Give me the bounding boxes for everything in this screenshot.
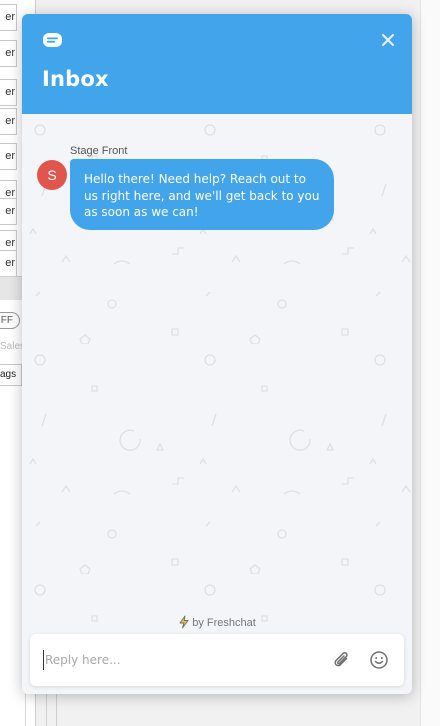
divider bbox=[46, 690, 47, 726]
background-row: er bbox=[0, 40, 17, 67]
paperclip-icon[interactable] bbox=[330, 649, 352, 671]
freshchat-logo-icon bbox=[42, 32, 64, 48]
avatar: S bbox=[37, 160, 67, 190]
background-row: er bbox=[0, 108, 17, 135]
background-row: er bbox=[0, 250, 17, 277]
lightning-bolt-icon bbox=[178, 615, 190, 629]
sender-name: Stage Front bbox=[70, 145, 128, 157]
reply-composer bbox=[30, 634, 404, 686]
divider bbox=[56, 690, 57, 726]
smiley-icon[interactable] bbox=[369, 650, 389, 670]
powered-by-label: by Freshchat bbox=[192, 617, 256, 629]
powered-by-freshchat[interactable]: by Freshchat bbox=[22, 615, 412, 629]
background-row: er bbox=[0, 198, 17, 225]
chat-widget: Inbox Stage Front S Hello there! Need he… bbox=[22, 14, 412, 694]
background-row: er bbox=[0, 79, 17, 106]
page-scrollbar[interactable] bbox=[420, 0, 440, 726]
close-icon bbox=[382, 29, 394, 51]
page-title: Inbox bbox=[42, 67, 109, 91]
background-row: er bbox=[0, 4, 17, 31]
background-tags-label: ags bbox=[0, 364, 22, 386]
close-button[interactable] bbox=[378, 30, 398, 50]
message-bubble: Hello there! Need help? Reach out to us … bbox=[70, 159, 334, 230]
background-toggle[interactable]: FF bbox=[0, 312, 20, 329]
reply-input[interactable] bbox=[43, 650, 313, 670]
message-list: Stage Front S Hello there! Need help? Re… bbox=[22, 114, 412, 634]
background-row: er bbox=[0, 143, 17, 170]
chat-header: Inbox bbox=[22, 14, 412, 114]
